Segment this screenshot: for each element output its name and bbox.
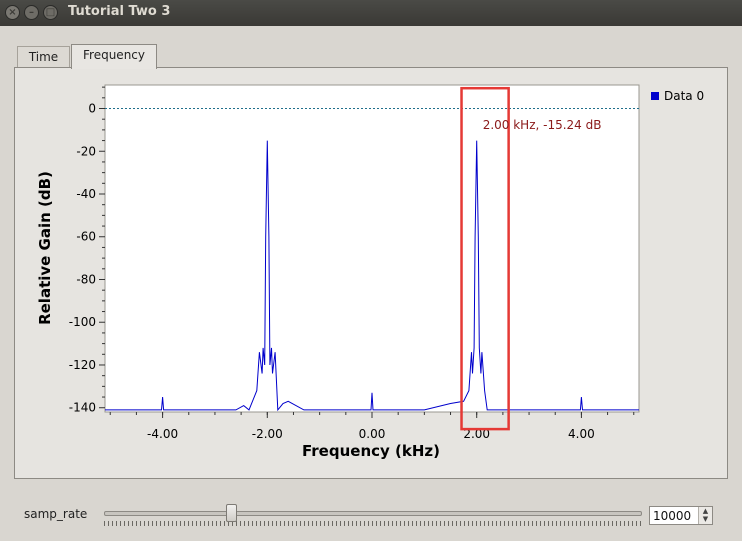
window-titlebar: × – □ Tutorial Two 3	[0, 0, 742, 26]
samp-rate-value: 10000	[653, 509, 692, 523]
x-tick-label: 4.00	[568, 427, 595, 441]
samp-rate-spinbox[interactable]: 10000 ▲ ▼	[649, 506, 713, 525]
marker-label: 2.00 kHz, -15.24 dB	[483, 118, 602, 132]
spin-arrows-icon[interactable]: ▲ ▼	[698, 507, 712, 524]
samp-rate-slider-track[interactable]	[104, 511, 642, 516]
minimize-icon[interactable]: –	[24, 5, 39, 20]
tab-frequency[interactable]: Frequency	[71, 44, 157, 69]
legend-swatch	[651, 92, 659, 100]
samp-rate-slider-handle[interactable]	[226, 504, 237, 522]
x-tick-label: -4.00	[147, 427, 178, 441]
y-tick-label: -100	[69, 315, 96, 329]
x-axis-label: Frequency (kHz)	[302, 442, 440, 460]
y-axis-label: Relative Gain (dB)	[36, 171, 54, 325]
frequency-plot: 0 -20 -40 -60 -80 -100 -120 -140 -4.00 -2.00 0.00 2…	[36, 84, 704, 460]
maximize-icon[interactable]: □	[43, 5, 58, 20]
samp-rate-slider-ticks	[104, 521, 642, 526]
tab-time[interactable]: Time	[17, 46, 70, 68]
y-tick-label: -20	[76, 144, 96, 158]
close-icon[interactable]: ×	[5, 5, 20, 20]
window-title: Tutorial Two 3	[68, 4, 171, 19]
y-tick-label: -140	[69, 401, 96, 415]
y-tick-label: -80	[76, 272, 96, 286]
y-tick-label: -60	[76, 230, 96, 244]
y-tick-label: -120	[69, 358, 96, 372]
plot-canvas	[104, 84, 640, 413]
y-tick-label: -40	[76, 187, 96, 201]
legend-label: Data 0	[664, 89, 704, 103]
samp-rate-label: samp_rate	[24, 507, 88, 521]
x-tick-label: 0.00	[359, 427, 386, 441]
y-tick-label: 0	[88, 102, 96, 116]
x-tick-label: -2.00	[252, 427, 283, 441]
